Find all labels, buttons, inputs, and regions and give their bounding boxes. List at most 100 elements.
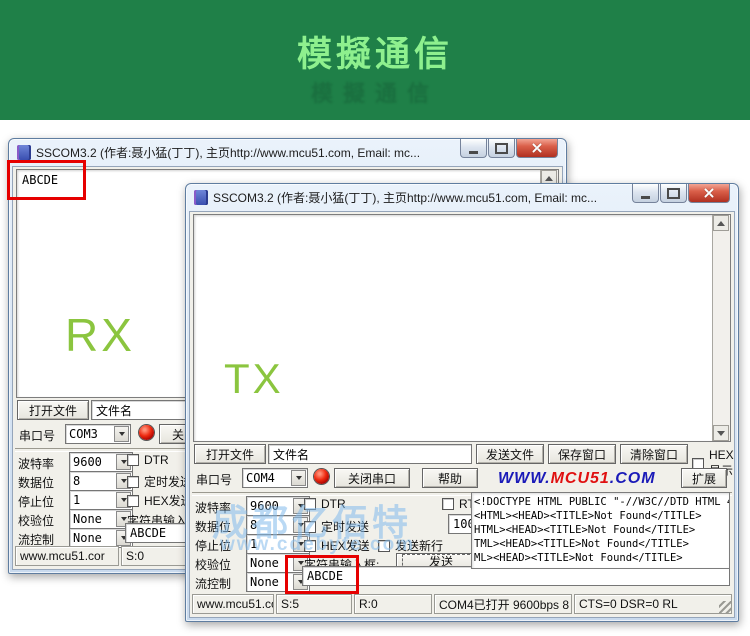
tx-status-port-state: COM4已打开 9600bps 8 [434, 594, 572, 614]
checkbox-icon[interactable] [127, 476, 139, 488]
minimize-button[interactable] [460, 139, 487, 158]
tx-timed-send-checkbox[interactable]: 定时发送 [304, 518, 369, 535]
tx-port-label: 串口号 [196, 471, 232, 488]
terminal-line: HTML><HEAD><TITLE>Not Found</TITLE> [474, 523, 727, 537]
tx-baud-select[interactable]: 9600 [246, 496, 310, 516]
tx-status-sent: S:5 [276, 594, 352, 614]
terminal-line: ML><HEAD><TITLE>Not Found</TITLE> [474, 551, 727, 565]
rx-caption-buttons [460, 139, 558, 158]
maximize-button[interactable] [488, 139, 515, 158]
tx-port-value: COM4 [243, 471, 291, 485]
rx-baud-value: 9600 [70, 455, 116, 469]
rx-parity-select[interactable]: None [69, 509, 133, 529]
tx-window: SSCOM3.2 (作者:聂小猛(丁丁), 主页http://www.mcu51… [185, 183, 739, 622]
rx-hex-send-checkbox[interactable]: HEX发送 [127, 492, 193, 509]
terminal-line: TML><HEAD><TITLE>Not Found</TITLE> [474, 537, 727, 551]
tx-open-file-button[interactable]: 打开文件 [194, 444, 266, 464]
tx-port-select[interactable]: COM4 [242, 468, 308, 488]
maximize-button[interactable] [660, 184, 687, 203]
tx-help-button[interactable]: 帮助 [422, 468, 478, 488]
terminal-line: <!DOCTYPE HTML PUBLIC "-//W3C//DTD HTML … [474, 495, 727, 509]
rx-param-label: 校验位 [18, 512, 54, 529]
checkbox-icon[interactable] [442, 498, 454, 510]
scroll-down-button[interactable] [713, 425, 729, 441]
annotation-box-rx-received [7, 160, 86, 200]
tx-statusbar: www.mcu51.cor S:5 R:0 COM4已打开 9600bps 8 … [192, 594, 732, 614]
tx-status-received: R:0 [354, 594, 432, 614]
app-icon [194, 190, 208, 205]
rx-databits-select[interactable]: 8 [69, 471, 133, 491]
rx-stopbits-value: 1 [70, 493, 116, 507]
tx-filename-field[interactable]: 文件名 [268, 444, 472, 464]
chevron-down-icon[interactable] [291, 470, 306, 486]
rx-timed-send-checkbox[interactable]: 定时发送 [127, 473, 192, 490]
close-button[interactable] [516, 139, 558, 158]
scroll-up-button[interactable] [713, 215, 729, 231]
tx-caption-buttons [632, 184, 730, 203]
rx-parity-value: None [70, 512, 116, 526]
tx-receive-area[interactable]: TX [193, 214, 731, 442]
chevron-down-icon[interactable] [114, 426, 129, 442]
tx-hex-send-checkbox[interactable]: HEX发送 [304, 537, 370, 554]
checkbox-icon[interactable] [127, 454, 139, 466]
tx-terminal-output[interactable]: <!DOCTYPE HTML PUBLIC "-//W3C//DTD HTML … [471, 492, 730, 569]
rx-dtr-label: DTR [144, 453, 169, 467]
mcu51-brand-text: WWW.MCU51.COM [498, 470, 656, 488]
rx-open-file-button[interactable]: 打开文件 [17, 400, 89, 420]
checkbox-icon[interactable] [304, 498, 316, 510]
tx-send-input[interactable]: ABCDE [302, 566, 730, 586]
rx-overlay-label: RX [65, 308, 135, 362]
arrow-up-icon [545, 176, 553, 181]
tx-timed-send-label: 定时发送 [321, 518, 369, 535]
close-button[interactable] [688, 184, 730, 203]
rx-stopbits-select[interactable]: 1 [69, 490, 133, 510]
tx-status-signals: CTS=0 DSR=0 RL [574, 594, 732, 614]
checkbox-icon[interactable] [378, 540, 390, 552]
brand-www: WWW. [498, 470, 551, 487]
arrow-down-icon [717, 431, 725, 436]
banner: 模擬通信 模擬通信 [0, 0, 750, 120]
rx-port-led [139, 425, 154, 440]
checkbox-icon[interactable] [304, 521, 316, 533]
rx-param-label: 停止位 [18, 493, 54, 510]
rx-flowctrl-select[interactable]: None [69, 528, 133, 548]
rx-flowctrl-value: None [70, 531, 116, 545]
rx-dtr-checkbox[interactable]: DTR [127, 453, 169, 467]
close-icon [703, 187, 715, 199]
rx-param-label: 波特率 [18, 455, 54, 472]
checkbox-icon[interactable] [127, 495, 139, 507]
minimize-button[interactable] [632, 184, 659, 203]
tx-close-port-button[interactable]: 关闭串口 [334, 468, 410, 488]
tx-databits-select[interactable]: 8 [246, 515, 310, 535]
tx-baud-value: 9600 [247, 499, 293, 513]
tx-clear-window-button[interactable]: 清除窗口 [620, 444, 688, 464]
tx-param-label: 停止位 [195, 537, 231, 554]
tx-stopbits-select[interactable]: 1 [246, 534, 310, 554]
tx-newline-label: 发送新行 [395, 537, 443, 554]
tx-param-label: 校验位 [195, 556, 231, 573]
tx-expand-button[interactable]: 扩展 [681, 468, 727, 488]
tx-scrollbar[interactable] [712, 215, 730, 441]
annotation-box-tx-input [285, 555, 359, 594]
rx-port-select[interactable]: COM3 [65, 424, 131, 444]
rx-status-site: www.mcu51.cor [15, 546, 119, 566]
terminal-line: <HTML><HEAD><TITLE>Not Found</TITLE> [474, 509, 727, 523]
rx-param-label: 数据位 [18, 474, 54, 491]
rx-port-value: COM3 [66, 427, 114, 441]
maximize-icon [495, 143, 508, 154]
rx-baud-select[interactable]: 9600 [69, 452, 133, 472]
brand-mcu51: MCU51 [551, 470, 610, 487]
tx-hex-send-label: HEX发送 [321, 537, 370, 554]
tx-param-label: 波特率 [195, 499, 231, 516]
tx-newline-checkbox[interactable]: 发送新行 [378, 537, 443, 554]
tx-dtr-checkbox[interactable]: DTR [304, 497, 346, 511]
tx-param-label: 数据位 [195, 518, 231, 535]
rx-port-label: 串口号 [19, 427, 55, 444]
tx-databits-value: 8 [247, 518, 293, 532]
resize-grip[interactable] [719, 601, 731, 613]
checkbox-icon[interactable] [304, 540, 316, 552]
tx-save-window-button[interactable]: 保存窗口 [548, 444, 616, 464]
rx-databits-value: 8 [70, 474, 116, 488]
tx-param-label: 流控制 [195, 575, 231, 592]
tx-send-file-button[interactable]: 发送文件 [476, 444, 544, 464]
